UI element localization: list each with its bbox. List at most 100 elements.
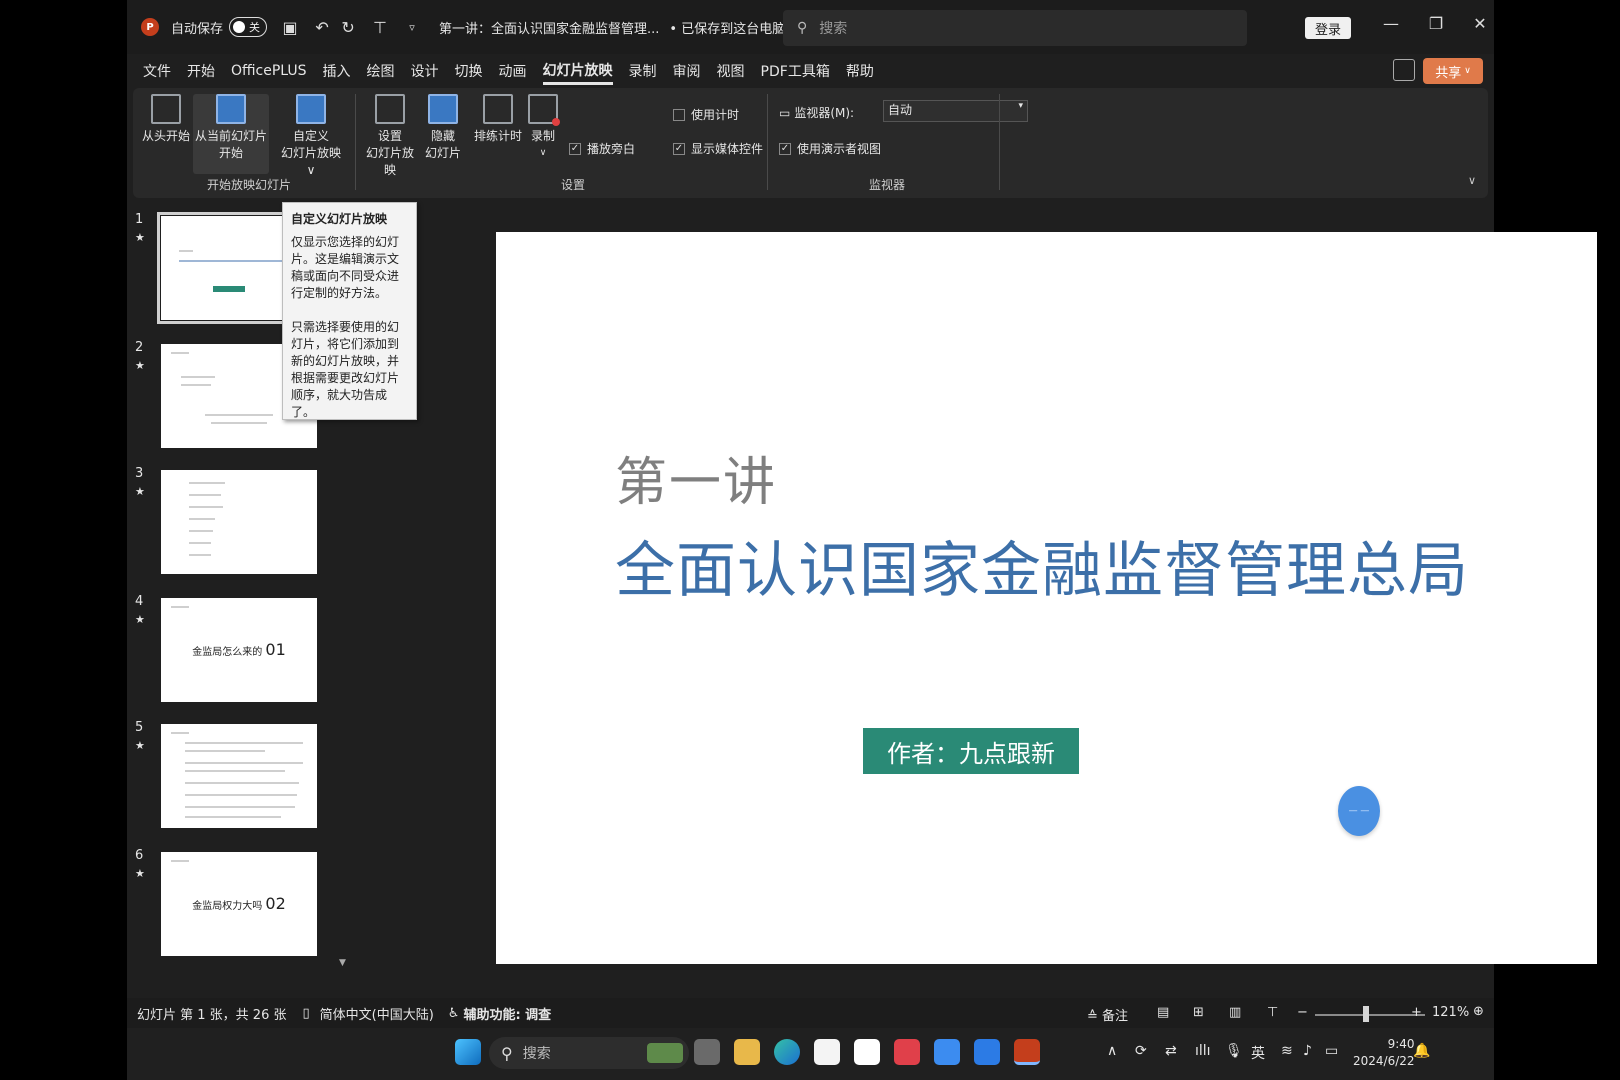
collapse-ribbon-icon[interactable]: ∨ (1468, 174, 1476, 187)
file-explorer-icon[interactable] (734, 1039, 760, 1065)
floating-assistant-icon[interactable]: — — (1338, 786, 1380, 836)
menu-item[interactable]: OfficePLUS (231, 61, 307, 81)
menu-item[interactable]: 幻灯片放映 (542, 58, 613, 85)
tray-overflow-icon[interactable]: ∧ (1107, 1043, 1117, 1059)
custom-show-tooltip: 自定义幻灯片放映 仅显示您选择的幻灯片。这是编辑演示文稿或面向不同受众进行定制的… (282, 202, 417, 420)
menu-bar: 文件 开始 OfficePLUS 插入 绘图 设计 切换 动画 幻灯片放映 录制 审阅 视图 PDF工具… (127, 54, 1494, 88)
comments-icon[interactable] (1393, 59, 1415, 81)
record-button[interactable]: 录制 ∨ (525, 94, 561, 162)
task-view-icon[interactable] (694, 1039, 720, 1065)
custom-show-button[interactable]: 自定义 幻灯片放映 ∨ (275, 94, 347, 179)
thumb-heading-number: 01 (265, 640, 286, 659)
zoom-slider[interactable] (1315, 1014, 1425, 1016)
rehearse-timer-icon (483, 94, 513, 124)
ribbon-separator (767, 94, 768, 190)
taskbar-search-input[interactable]: ⚲ 搜索 (489, 1037, 689, 1069)
menu-item[interactable]: PDF工具箱 (761, 59, 830, 83)
redo-icon[interactable]: ↻ (339, 18, 357, 37)
show-media-label: 显示媒体控件 (691, 142, 764, 156)
customize-toolbar-icon[interactable]: ▿ (403, 21, 421, 34)
save-status[interactable]: • 已保存到这台电脑 ∨ (669, 18, 798, 37)
autosave-toggle[interactable]: 关 (229, 17, 268, 37)
present-icon[interactable]: ⊤ (371, 18, 389, 37)
menu-item[interactable]: 动画 (499, 59, 527, 83)
reading-view-icon[interactable]: ▥ (1229, 1005, 1241, 1020)
presenter-view-checkbox[interactable]: ✓ 使用演示者视图 (779, 140, 881, 157)
menu-item[interactable]: 开始 (187, 59, 215, 83)
menu-item[interactable]: 切换 (455, 59, 483, 83)
use-timing-checkbox[interactable]: 使用计时 (673, 106, 739, 123)
save-icon[interactable]: ▣ (281, 18, 299, 37)
menu-item[interactable]: 设计 (411, 59, 439, 83)
slideshow-view-icon[interactable]: ⊤ (1267, 1005, 1278, 1020)
menu-item[interactable]: 审阅 (673, 59, 701, 83)
hide-slide-button[interactable]: 隐藏 幻灯片 (421, 94, 465, 162)
microphone-icon[interactable]: 🎙 (1225, 1043, 1243, 1059)
undo-icon[interactable]: ↶ (313, 18, 331, 37)
powerpoint-taskbar-icon[interactable] (1014, 1039, 1040, 1065)
zoom-in-icon[interactable]: + (1411, 1005, 1422, 1020)
animation-star-icon: ★ (135, 231, 145, 244)
notes-button[interactable]: ≙ 备注 (1087, 1005, 1128, 1024)
chart-tray-icon[interactable]: ıllı (1195, 1043, 1211, 1059)
zoom-out-icon[interactable]: − (1297, 1005, 1308, 1020)
powerpoint-window: P 自动保存 关 ▣ ↶ ↻ ⊤ ▿ 第一讲：全面认识国家金融监督管理... •… (127, 0, 1597, 1080)
fit-to-window-icon[interactable]: ⊕ (1473, 1004, 1484, 1019)
accessibility-status[interactable]: 辅助功能: 调查 (463, 1004, 551, 1023)
battery-icon[interactable]: ▭ (1325, 1043, 1338, 1059)
slide-title[interactable]: 全面认识国家金融监督管理总局 (615, 522, 1469, 609)
document-title[interactable]: 第一讲：全面认识国家金融监督管理... (439, 18, 659, 37)
menu-item[interactable]: 文件 (143, 59, 171, 83)
close-icon[interactable]: ✕ (1465, 14, 1495, 33)
setup-label-1: 设置 (377, 129, 402, 143)
setup-show-button[interactable]: 设置 幻灯片放映 (361, 94, 419, 179)
menu-item[interactable]: 帮助 (846, 59, 874, 83)
normal-view-icon[interactable]: ▤ (1157, 1005, 1169, 1020)
language-status[interactable]: 简体中文(中国大陆) (320, 1004, 434, 1023)
slide-subtitle[interactable]: 第一讲 (615, 440, 777, 515)
transfer-icon[interactable]: ⇄ (1165, 1043, 1177, 1059)
edge-browser-icon[interactable] (774, 1039, 800, 1065)
use-timing-label: 使用计时 (691, 108, 740, 122)
restore-icon[interactable]: ❐ (1421, 14, 1451, 33)
volume-icon[interactable]: ♪ (1303, 1043, 1312, 1059)
current-slide[interactable]: 第一讲 全面认识国家金融监督管理总局 作者：九点跟新 — — (496, 232, 1597, 964)
monitor-select[interactable]: 自动 ▾ (883, 100, 1028, 122)
minimize-icon[interactable]: — (1376, 14, 1406, 33)
thumb-heading: 金监局权力大吗 02 (161, 894, 317, 913)
slide-thumbnail-5[interactable] (161, 724, 317, 828)
microsoft-store-icon[interactable] (814, 1039, 840, 1065)
play-narration-checkbox[interactable]: ✓ 播放旁白 (569, 140, 635, 157)
app-m-icon[interactable] (854, 1039, 880, 1065)
menu-item[interactable]: 插入 (323, 59, 351, 83)
menu-item[interactable]: 绘图 (367, 59, 395, 83)
rehearse-button[interactable]: 排练计时 (473, 94, 523, 145)
show-media-checkbox[interactable]: ✓ 显示媒体控件 (673, 140, 763, 157)
zoom-slider-knob[interactable] (1363, 1006, 1369, 1022)
thumb-heading-text: 金监局怎么来的 (192, 647, 263, 658)
from-current-button[interactable]: 从当前幻灯片 开始 (193, 94, 269, 174)
notification-bell-icon[interactable]: 🔔 (1413, 1043, 1430, 1059)
login-button[interactable]: 登录 (1305, 17, 1351, 39)
from-start-button[interactable]: 从头开始 (141, 94, 191, 145)
red-app-icon[interactable] (894, 1039, 920, 1065)
zoom-level[interactable]: 121% (1432, 1005, 1469, 1020)
slide-thumbnail-4[interactable]: 金监局怎么来的 01 (161, 598, 317, 702)
cloud-app-icon[interactable] (934, 1039, 960, 1065)
spellcheck-icon[interactable]: ▯ (302, 1006, 309, 1021)
menu-item[interactable]: 视图 (717, 59, 745, 83)
slide-sorter-icon[interactable]: ⊞ (1193, 1005, 1204, 1020)
wifi-icon[interactable]: ≋ (1281, 1043, 1293, 1059)
share-button[interactable]: 共享 ∨ (1423, 58, 1483, 84)
sync-icon[interactable]: ⟳ (1135, 1043, 1147, 1059)
ime-indicator[interactable]: 英 (1251, 1043, 1265, 1063)
thumb-scroll-down-icon[interactable]: ▼ (339, 958, 346, 968)
slide-thumbnail-6[interactable]: 金监局权力大吗 02 (161, 852, 317, 956)
search-input[interactable]: ⚲ 搜索 (783, 10, 1247, 46)
slide-thumbnail-3[interactable] (161, 470, 317, 574)
windows-start-icon[interactable] (455, 1039, 481, 1065)
feishu-icon[interactable] (974, 1039, 1000, 1065)
author-box[interactable]: 作者：九点跟新 (863, 728, 1079, 774)
system-clock[interactable]: 9:40 2024/6/22 (1353, 1036, 1415, 1070)
menu-item[interactable]: 录制 (629, 59, 657, 83)
